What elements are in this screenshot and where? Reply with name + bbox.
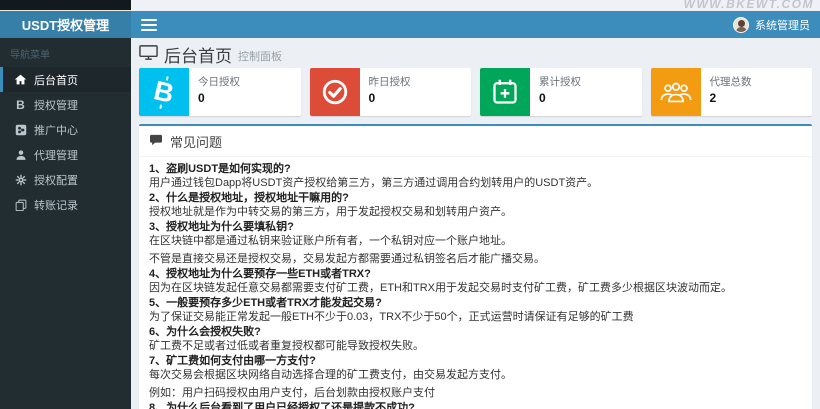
faq-answer: 为了保证交易能正常发起一般ETH不少于0.03，TRX不少于50个，正式运营时请…: [149, 311, 634, 323]
sidebar-item-label: 授权管理: [34, 99, 78, 112]
sidebar-item-config[interactable]: 授权配置: [0, 167, 131, 192]
home-icon: [14, 73, 27, 86]
watermark: www.bkewt.com: [683, 0, 814, 11]
stat-card-total: 累计授权 0: [480, 68, 642, 116]
faq-question: 8、为什么后台看到了用户已经授权了还是提款不成功?: [149, 402, 415, 409]
bitcoin-icon: B: [16, 97, 25, 112]
copy-icon: [14, 198, 27, 211]
faq-answer: 授权地址就是作为中转交易的第三方，用于发起授权交易和划转用户资产。: [149, 206, 512, 218]
bitcoin-icon: B: [139, 68, 189, 116]
page-title: 后台首页: [164, 46, 232, 66]
top-strip: www.bkewt.com: [0, 0, 820, 11]
faq-answer: 因为在区块链发起任意交易都需要支付矿工费，ETH和TRX用于发起交易时支付矿工费…: [149, 282, 732, 294]
faq-answer: 不管是直接交易还是授权交易，交易发起方都需要通过私钥签名后才能广播交易。: [149, 253, 545, 265]
app-window: www.bkewt.com USDT授权管理 系统管理员 导航菜单 后台首页: [0, 0, 820, 409]
gear-icon: [14, 173, 27, 186]
sidebar-item-label: 推广中心: [34, 124, 78, 137]
sidebar-item-agents[interactable]: 代理管理: [0, 142, 131, 167]
faq-question: 1、盗刷USDT是如何实现的?: [149, 163, 291, 175]
faq-answer: 在区块链中都是通过私钥来验证账户所有者，一个私钥对应一个账户地址。: [149, 235, 512, 247]
stat-card-yesterday: 昨日授权 0: [309, 68, 471, 116]
faq-question: 4、授权地址为什么要预存一些ETH或者TRX?: [149, 268, 371, 280]
faq-body: 1、盗刷USDT是如何实现的? 用户通过钱包Dapp将USDT资产授权给第三方，…: [139, 157, 812, 409]
sidebar-toggle-icon[interactable]: [141, 18, 157, 31]
page-header: 后台首页 控制面板: [139, 42, 812, 66]
faq-header: 常见问题: [139, 126, 812, 157]
faq-question: 2、什么是授权地址，授权地址干嘛用的?: [149, 192, 349, 204]
faq-item: 8、为什么后台看到了用户已经授权了还是提款不成功? 用户发起授权的那笔交易没确认…: [149, 402, 802, 409]
sidebar-item-transfer-records[interactable]: 转账记录: [0, 192, 131, 217]
sidebar: 导航菜单 后台首页 B 授权管理 推广中心 代理管理 授权配置 转账记录: [0, 38, 131, 409]
top-strip-dark: [0, 0, 131, 11]
sidebar-item-promotion[interactable]: 推广中心: [0, 117, 131, 142]
sidebar-item-label: 后台首页: [34, 74, 78, 87]
faq-item: 2、什么是授权地址，授权地址干嘛用的? 授权地址就是作为中转交易的第三方，用于发…: [149, 192, 802, 219]
watermark-bar: www.bkewt.com: [131, 0, 820, 11]
faq-answer: 例如：用户扫码授权由用户支付，后台划款由授权账户支付: [149, 387, 435, 399]
stat-label: 代理总数: [709, 76, 752, 88]
sidebar-item-label: 转账记录: [34, 199, 78, 212]
content-area: 后台首页 控制面板 B 今日授权 0 昨日授权 0 累计授权 0 代理总数 2 …: [131, 38, 820, 409]
stat-card-today: B 今日授权 0: [139, 68, 301, 116]
faq-answer: 用户通过钱包Dapp将USDT资产授权给第三方，第三方通过调用合约划转用户的US…: [149, 177, 599, 189]
faq-item: 1、盗刷USDT是如何实现的? 用户通过钱包Dapp将USDT资产授权给第三方，…: [149, 163, 802, 190]
sidebar-item-label: 代理管理: [34, 149, 78, 162]
username-label: 系统管理员: [755, 19, 810, 32]
sidebar-section-label: 导航菜单: [10, 50, 50, 61]
stat-value: 0: [368, 91, 376, 105]
faq-panel: 常见问题 1、盗刷USDT是如何实现的? 用户通过钱包Dapp将USDT资产授权…: [139, 124, 812, 409]
stat-label: 昨日授权: [368, 76, 411, 88]
faq-item: 5、一般要预存多少ETH或者TRX才能发起交易? 为了保证交易能正常发起一般ET…: [149, 297, 802, 324]
app-logo[interactable]: USDT授权管理: [0, 11, 131, 38]
faq-title: 常见问题: [170, 135, 223, 150]
faq-answer: 每次交易会根据区块网络自动选择合理的矿工费支付，由交易发起方支付。: [149, 369, 512, 381]
faq-question: 5、一般要预存多少ETH或者TRX才能发起交易?: [149, 297, 382, 309]
stats-row: B 今日授权 0 昨日授权 0 累计授权 0 代理总数 2: [139, 68, 812, 116]
desktop-icon: [139, 44, 158, 64]
user-icon: [14, 148, 27, 161]
stat-value: 0: [539, 91, 546, 105]
sidebar-item-label: 授权配置: [34, 174, 78, 187]
stat-value: 2: [709, 91, 717, 105]
faq-item: 7、矿工费如何支付由哪一方支付? 每次交易会根据区块网络自动选择合理的矿工费支付…: [149, 355, 802, 400]
faq-item: 6、为什么会授权失败? 矿工费不足或者过低或者重复授权都可能导致授权失败。: [149, 326, 802, 353]
user-avatar: [733, 16, 749, 33]
main-layout: 导航菜单 后台首页 B 授权管理 推广中心 代理管理 授权配置 转账记录 后台首…: [0, 38, 820, 409]
faq-question: 7、矿工费如何支付由哪一方支付?: [149, 355, 316, 367]
stat-value: 0: [198, 91, 205, 105]
sidebar-item-home[interactable]: 后台首页: [0, 67, 131, 92]
calendar-plus-icon: [480, 68, 530, 116]
sidebar-item-authorization[interactable]: B 授权管理: [0, 92, 131, 117]
faq-question: 6、为什么会授权失败?: [149, 326, 261, 338]
faq-item: 4、授权地址为什么要预存一些ETH或者TRX? 因为在区块链发起任意交易都需要支…: [149, 268, 802, 295]
stat-label: 累计授权: [539, 76, 581, 88]
comment-icon: [149, 134, 163, 149]
faq-item: 3、授权地址为什么要填私钥? 在区块链中都是通过私钥来验证账户所有者，一个私钥对…: [149, 221, 802, 266]
stat-card-agents: 代理总数 2: [650, 68, 812, 116]
stat-label: 今日授权: [198, 76, 240, 88]
faq-question: 3、授权地址为什么要填私钥?: [149, 221, 294, 233]
faq-answer: 矿工费不足或者过低或者重复授权都可能导致授权失败。: [149, 340, 424, 352]
share-square-icon: [14, 123, 27, 136]
check-circle-icon: [309, 68, 360, 116]
navbar-main: 系统管理员: [131, 11, 820, 38]
user-menu[interactable]: 系统管理员: [733, 16, 810, 33]
navbar: USDT授权管理 系统管理员: [0, 11, 820, 38]
users-icon: [650, 68, 701, 116]
page-subtitle: 控制面板: [238, 51, 282, 63]
